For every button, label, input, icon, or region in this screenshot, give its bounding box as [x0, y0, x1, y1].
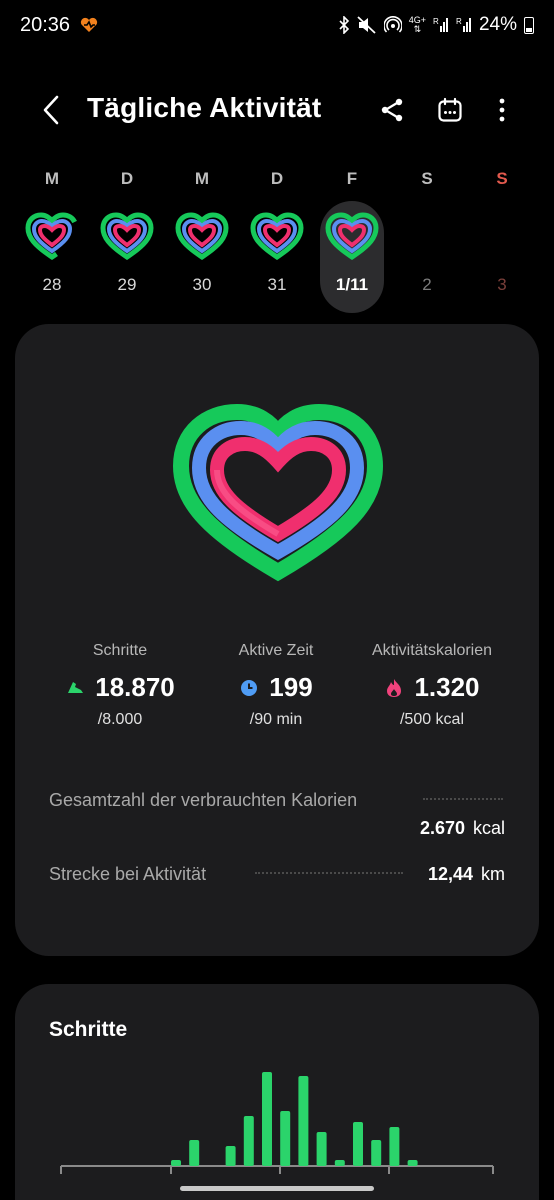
- shoe-icon: [65, 678, 85, 698]
- activity-ring-icon: [174, 211, 230, 263]
- calendar-icon: [438, 97, 462, 122]
- steps-bar: [334, 1160, 345, 1166]
- activity-heart-rings: [172, 403, 384, 584]
- day-letter: D: [120, 169, 134, 188]
- activity-ring-icon: [24, 211, 80, 263]
- detail-number: 12,44: [427, 864, 473, 884]
- steps-bar: [189, 1140, 200, 1166]
- stat-value: 1.320: [414, 672, 480, 702]
- app-header: Tägliche Aktivität: [0, 80, 554, 140]
- detail-value: 12,44 km: [428, 864, 505, 885]
- day-date: 3: [497, 275, 507, 294]
- more-vertical-icon: [499, 98, 505, 122]
- home-indicator[interactable]: [180, 1186, 374, 1191]
- bluetooth-icon: [338, 16, 350, 34]
- detail-unit: km: [481, 864, 505, 884]
- page-title: Tägliche Aktivität: [87, 92, 322, 123]
- hotspot-icon: [383, 16, 402, 34]
- day-date: 1/11: [335, 275, 369, 294]
- stat-goal: /90 min: [249, 711, 303, 728]
- stat-label: Schritte: [92, 642, 148, 659]
- day-letter: D: [270, 169, 284, 188]
- day-date: 28: [42, 275, 62, 294]
- day-item-mon[interactable]: M 28: [17, 165, 87, 315]
- svg-text:R: R: [456, 17, 462, 26]
- steps-bar: [243, 1116, 254, 1166]
- day-date: 2: [422, 275, 432, 294]
- health-app-icon: [80, 17, 98, 33]
- battery-icon: [524, 16, 534, 34]
- day-letter: S: [496, 169, 508, 188]
- stat-goal: /500 kcal: [399, 711, 465, 728]
- activity-summary-card[interactable]: Schritte 18.870 /8.000 Aktive Zeit 199 /…: [15, 324, 539, 956]
- stat-value: 199: [269, 672, 313, 702]
- day-letter: M: [194, 169, 210, 188]
- steps-bar: [316, 1132, 327, 1166]
- back-button[interactable]: [36, 92, 66, 128]
- day-item-sun[interactable]: S 3: [467, 165, 537, 315]
- day-item-tue[interactable]: D 29: [92, 165, 162, 315]
- chevron-left-icon: [43, 95, 59, 125]
- total-calories-row: Gesamtzahl der verbrauchten Kalorien 2.6…: [49, 790, 505, 840]
- stat-steps: Schritte 18.870 /8.000: [33, 642, 207, 729]
- activity-ring-icon: [324, 211, 380, 263]
- day-letter: M: [44, 169, 60, 188]
- dotted-leader: [423, 798, 503, 800]
- day-letter: S: [421, 169, 433, 188]
- status-bar: 20:36 4G+ ⇅ R R 24%: [0, 0, 554, 54]
- daily-activity-screen: 20:36 4G+ ⇅ R R 24% Tägliche Aktivität M…: [0, 0, 554, 1200]
- share-button[interactable]: [374, 92, 410, 128]
- stat-active-time: Aktive Zeit 199 /90 min: [189, 642, 363, 729]
- activity-ring-icon: [99, 211, 155, 263]
- detail-value: 2.670 kcal: [420, 818, 505, 839]
- stat-value: 18.870: [95, 672, 175, 702]
- day-item-sat[interactable]: S 2: [392, 165, 462, 315]
- steps-bar: [171, 1160, 181, 1166]
- activity-ring-icon: [249, 211, 305, 263]
- more-options-button[interactable]: [484, 92, 520, 128]
- day-date: 31: [267, 275, 287, 294]
- steps-bar: [225, 1146, 236, 1166]
- status-icons: 4G+ ⇅ R R 24%: [338, 14, 534, 36]
- detail-number: 2.670: [419, 818, 465, 838]
- steps-card[interactable]: Schritte: [15, 984, 539, 1200]
- steps-bar: [389, 1127, 400, 1166]
- status-time: 20:36: [20, 14, 71, 36]
- svg-text:R: R: [433, 17, 439, 26]
- flame-icon: [384, 678, 404, 698]
- signal-icon-1: R: [433, 16, 449, 34]
- network-type-label: 4G+ ⇅: [408, 15, 426, 34]
- steps-bar-chart: [60, 1072, 494, 1174]
- activity-distance-row: Strecke bei Aktivität 12,44 km: [49, 864, 505, 894]
- steps-bar: [371, 1140, 382, 1166]
- week-selector: M 28 D 29 M 30 D 31 F 1/11 S 2 S 3: [0, 165, 554, 315]
- steps-bar: [353, 1122, 363, 1166]
- steps-bar: [280, 1111, 291, 1166]
- stat-label: Aktivitätskalorien: [371, 642, 493, 659]
- day-item-wed[interactable]: M 30: [167, 165, 237, 315]
- stat-active-calories: Aktivitätskalorien 1.320 /500 kcal: [345, 642, 519, 729]
- day-item-fri[interactable]: F 1/11: [317, 165, 387, 315]
- mute-icon: [357, 16, 377, 34]
- dotted-leader: [255, 872, 403, 874]
- day-item-thu[interactable]: D 31: [242, 165, 312, 315]
- clock-icon: [239, 678, 259, 698]
- battery-percent: 24%: [478, 14, 517, 35]
- stat-goal: /8.000: [97, 711, 143, 728]
- day-date: 29: [117, 275, 137, 294]
- detail-label: Strecke bei Aktivität: [49, 864, 207, 884]
- calendar-button[interactable]: [432, 92, 468, 128]
- share-icon: [381, 98, 403, 122]
- day-letter: F: [346, 169, 358, 188]
- steps-title: Schritte: [49, 1018, 128, 1041]
- day-date: 30: [192, 275, 212, 294]
- stat-label: Aktive Zeit: [238, 642, 314, 659]
- steps-bar: [298, 1076, 309, 1166]
- steps-bar: [262, 1072, 272, 1166]
- signal-icon-2: R: [456, 16, 472, 34]
- detail-label: Gesamtzahl der verbrauchten Kalorien: [49, 790, 358, 810]
- detail-unit: kcal: [472, 818, 505, 838]
- steps-bar: [407, 1160, 418, 1166]
